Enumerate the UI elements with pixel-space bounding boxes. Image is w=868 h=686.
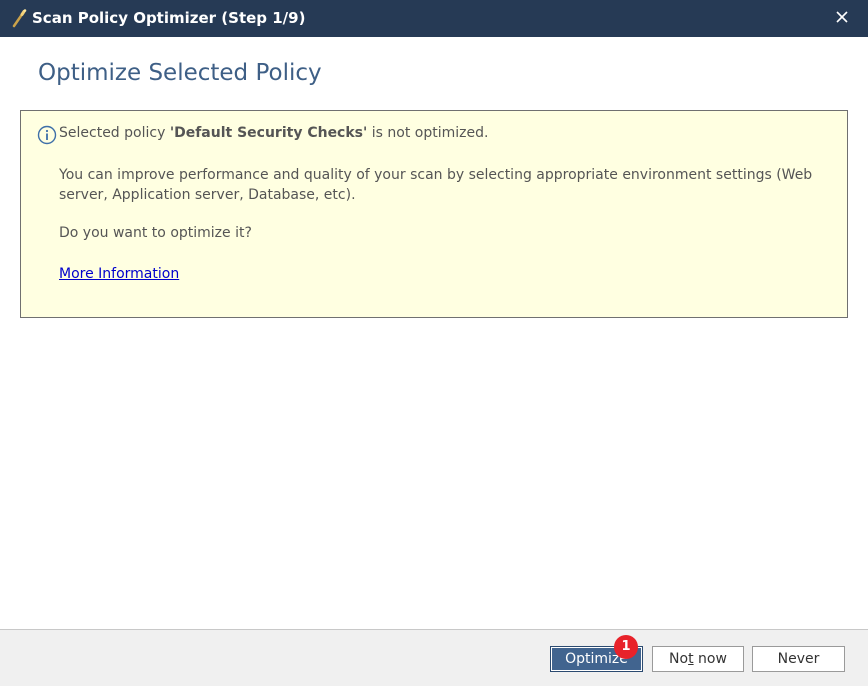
- page-heading: Optimize Selected Policy: [38, 60, 322, 86]
- not-now-label-suffix: now: [693, 651, 727, 667]
- close-icon[interactable]: [832, 7, 852, 27]
- button-bar: Optimize Not now Never 1: [0, 629, 868, 686]
- info-paragraph: You can improve performance and quality …: [59, 167, 813, 203]
- optimize-question: Do you want to optimize it?: [59, 225, 252, 241]
- title-bar: Scan Policy Optimizer (Step 1/9): [0, 0, 868, 37]
- step-badge: 1: [614, 635, 638, 659]
- info-icon: [37, 125, 57, 145]
- info-panel: Selected policy 'Default Security Checks…: [20, 110, 848, 318]
- policy-status-prefix: Selected policy: [59, 125, 170, 141]
- not-now-label-prefix: No: [669, 651, 689, 667]
- window-title: Scan Policy Optimizer (Step 1/9): [32, 9, 306, 27]
- not-now-button[interactable]: Not now: [652, 646, 744, 672]
- magic-wand-icon: [12, 9, 27, 28]
- policy-name: 'Default Security Checks': [169, 125, 368, 141]
- never-button[interactable]: Never: [752, 646, 845, 672]
- more-information-link[interactable]: More Information: [59, 266, 179, 282]
- policy-status-suffix: is not optimized.: [367, 125, 489, 141]
- policy-status-text: Selected policy 'Default Security Checks…: [59, 125, 488, 141]
